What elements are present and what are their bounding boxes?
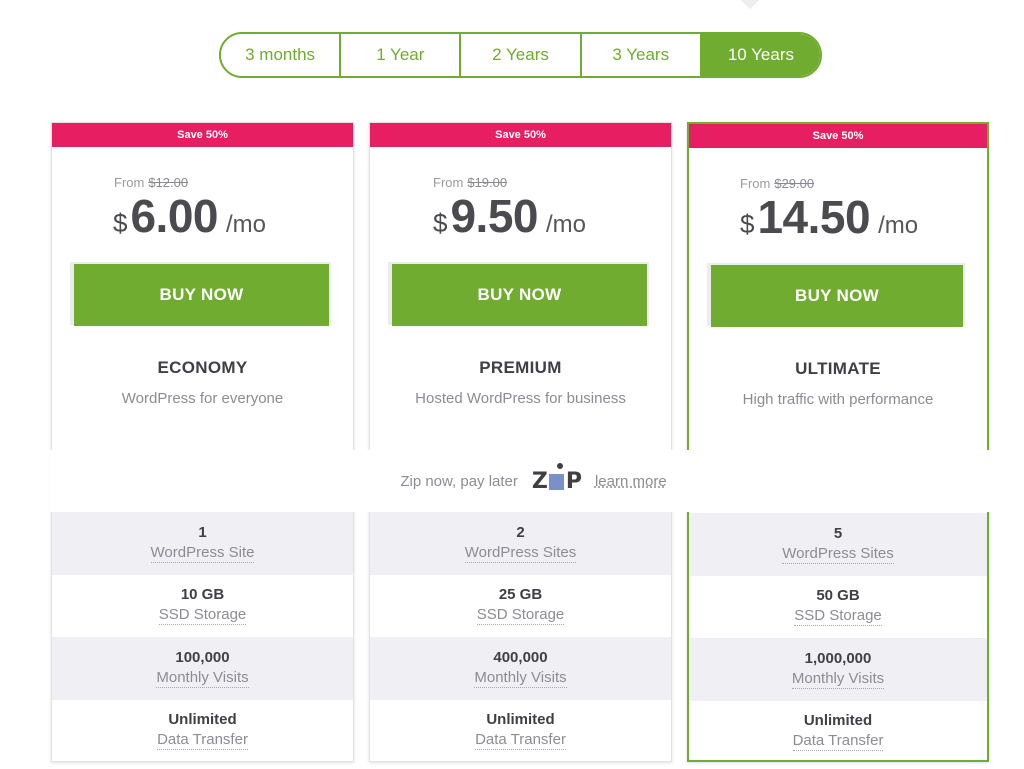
feature-label[interactable]: WordPress Site <box>150 544 255 563</box>
feature-label[interactable]: Data Transfer <box>792 732 884 752</box>
feature-value: 25 GB <box>498 586 543 604</box>
feature-sites: 5 WordPress Sites <box>689 513 987 576</box>
feature-value: Unlimited <box>168 711 237 729</box>
price-amount: 9.50 <box>450 190 538 242</box>
currency-symbol: $ <box>433 208 448 238</box>
zip-payment-bar: Zip now, pay later Z P learn more <box>50 450 1017 512</box>
feature-visits: 100,000 Monthly Visits <box>52 637 353 700</box>
plan-name: ULTIMATE <box>795 359 881 378</box>
from-price: From $12.00 <box>114 175 189 190</box>
feature-label[interactable]: Monthly Visits <box>791 670 885 689</box>
feature-list: 2 WordPress Sites 25 GB SSD Storage 400,00… <box>370 512 671 762</box>
feature-value: 100,000 <box>175 648 230 666</box>
price: $ 9.50 /mo <box>433 189 586 243</box>
buy-now-button[interactable]: BUY NOW <box>392 264 647 326</box>
term-10-years[interactable]: 10 Years <box>699 34 820 76</box>
feature-label[interactable]: SSD Storage <box>158 606 247 626</box>
plan-card-economy: Save 50% From $12.00 $ 6.00 /mo BUY NOW E… <box>51 122 354 762</box>
term-3-months[interactable]: 3 months <box>221 34 340 76</box>
feature-list: 1 WordPress Site 10 GB SSD Storage 100,000… <box>52 512 353 762</box>
feature-list: 5 WordPress Sites 50 GB SSD Storage 1,000,… <box>689 513 987 763</box>
feature-transfer: Unlimited Data Transfer <box>52 700 353 763</box>
feature-label[interactable]: SSD Storage <box>794 607 882 627</box>
plan-description: High traffic with performance <box>742 391 934 408</box>
price: $ 14.50 /mo <box>740 190 918 244</box>
feature-label[interactable]: Monthly Visits <box>156 669 249 688</box>
original-price: $12.00 <box>148 175 189 190</box>
feature-visits: 400,000 Monthly Visits <box>370 637 671 700</box>
feature-storage: 10 GB SSD Storage <box>52 575 353 638</box>
feature-label[interactable]: WordPress Sites <box>782 545 894 564</box>
original-price: $19.00 <box>467 175 508 190</box>
feature-value: Unlimited <box>486 711 555 729</box>
feature-label[interactable]: SSD Storage <box>476 606 565 626</box>
plan-name: PREMIUM <box>479 358 562 377</box>
currency-symbol: $ <box>113 208 128 238</box>
feature-value: 1,000,000 <box>804 649 872 667</box>
feature-sites: 1 WordPress Site <box>52 512 353 575</box>
price-amount: 14.50 <box>757 191 871 243</box>
feature-value: 50 GB <box>816 587 860 605</box>
plan-card-premium: Save 50% From $19.00 $ 9.50 /mo BUY NOW P… <box>369 122 672 762</box>
feature-value: 400,000 <box>493 648 548 666</box>
zip-logo: Z P <box>531 462 582 494</box>
term-1-year[interactable]: 1 Year <box>339 34 460 76</box>
plan-card-ultimate: Save 50% From $29.00 $ 14.50 /mo BUY NOW … <box>687 122 989 762</box>
feature-storage: 50 GB SSD Storage <box>689 576 987 639</box>
zip-logo-i <box>548 474 564 490</box>
dropdown-pointer <box>738 0 762 10</box>
billing-term-switch: 3 months 1 Year 2 Years 3 Years 10 Years <box>219 32 822 78</box>
zip-logo-z: Z <box>531 468 548 494</box>
feature-value: Unlimited <box>803 712 873 730</box>
currency-symbol: $ <box>740 209 755 239</box>
zip-text: Zip now, pay later <box>400 472 518 490</box>
feature-transfer: Unlimited Data Transfer <box>689 701 987 764</box>
zip-logo-dot <box>556 462 563 469</box>
feature-value: 2 <box>516 523 525 541</box>
term-2-years[interactable]: 2 Years <box>459 34 580 76</box>
save-ribbon: Save 50% <box>689 124 987 148</box>
price-amount: 6.00 <box>130 190 218 242</box>
feature-value: 1 <box>198 523 207 541</box>
plan-description: Hosted WordPress for business <box>415 390 626 407</box>
buy-now-button[interactable]: BUY NOW <box>711 265 963 327</box>
price-period: /mo <box>878 212 919 239</box>
zip-logo-p: P <box>565 468 582 494</box>
plan-name: ECONOMY <box>157 358 248 377</box>
save-ribbon: Save 50% <box>52 123 353 147</box>
feature-label[interactable]: Data Transfer <box>475 731 566 751</box>
feature-label[interactable]: Data Transfer <box>157 731 248 751</box>
from-price: From $29.00 <box>740 176 815 191</box>
save-ribbon: Save 50% <box>370 123 671 147</box>
plan-description: WordPress for everyone <box>121 390 284 407</box>
feature-label[interactable]: Monthly Visits <box>474 669 567 688</box>
feature-storage: 25 GB SSD Storage <box>370 575 671 638</box>
price-period: /mo <box>226 211 267 238</box>
feature-value: 5 <box>833 524 843 542</box>
feature-visits: 1,000,000 Monthly Visits <box>689 638 987 701</box>
original-price: $29.00 <box>774 176 815 191</box>
price-period: /mo <box>546 211 587 238</box>
from-price: From $19.00 <box>433 175 508 190</box>
feature-value: 10 GB <box>180 586 225 604</box>
feature-sites: 2 WordPress Sites <box>370 512 671 575</box>
term-3-years[interactable]: 3 Years <box>579 34 700 76</box>
buy-now-button[interactable]: BUY NOW <box>74 264 329 326</box>
learn-more-link[interactable]: learn more <box>595 473 667 490</box>
feature-transfer: Unlimited Data Transfer <box>370 700 671 763</box>
feature-label[interactable]: WordPress Sites <box>464 544 577 563</box>
price: $ 6.00 /mo <box>113 189 266 243</box>
